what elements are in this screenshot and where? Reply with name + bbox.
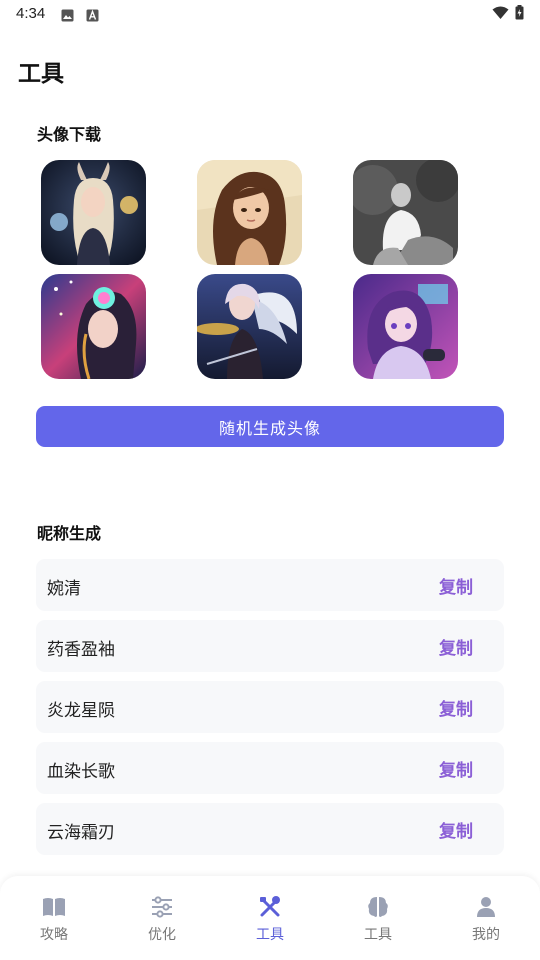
tab-label: 攻略 [40, 927, 68, 943]
sliders-icon [122, 894, 202, 920]
nickname-text: 药香盈袖 [47, 640, 115, 660]
avatar-3[interactable] [353, 160, 458, 265]
status-right [492, 5, 524, 24]
tab-tools[interactable]: 工具 [230, 894, 310, 950]
battery-icon [515, 5, 524, 24]
tab-label: 工具 [256, 927, 284, 943]
tab-guide[interactable]: 攻略 [14, 894, 94, 950]
user-icon [446, 894, 526, 920]
nickname-text: 血染长歌 [47, 762, 115, 782]
image-icon [61, 7, 74, 22]
copy-button[interactable]: 复制 [439, 695, 473, 720]
wifi-icon [492, 5, 509, 24]
avatar-section-title: 头像下载 [37, 125, 102, 144]
copy-button[interactable]: 复制 [439, 817, 473, 842]
status-time: 4:34 [16, 5, 46, 22]
avatar-grid [41, 160, 461, 380]
copy-button[interactable]: 复制 [439, 634, 473, 659]
tab-label: 优化 [148, 927, 176, 943]
nickname-text: 婉清 [47, 579, 81, 599]
tab-tools-2[interactable]: 工具 [338, 894, 418, 950]
list-item: 药香盈袖 复制 [36, 620, 504, 672]
a-icon [86, 7, 99, 22]
avatar-6[interactable] [353, 274, 458, 379]
book-icon [14, 894, 94, 920]
copy-button[interactable]: 复制 [439, 573, 473, 598]
tab-label: 工具 [364, 927, 392, 943]
tools-icon [230, 894, 310, 920]
avatar-2[interactable] [197, 160, 302, 265]
avatar-1[interactable] [41, 160, 146, 265]
avatar-5[interactable] [197, 274, 302, 379]
list-item: 炎龙星陨 复制 [36, 681, 504, 733]
brain-icon [338, 894, 418, 920]
nickname-text: 云海霜刃 [47, 823, 115, 843]
copy-button[interactable]: 复制 [439, 756, 473, 781]
avatar-4[interactable] [41, 274, 146, 379]
random-avatar-button[interactable]: 随机生成头像 [36, 406, 504, 447]
bottom-tab-bar: 攻略 优化 工具 工具 我的 [0, 876, 540, 960]
tab-optimize[interactable]: 优化 [122, 894, 202, 950]
nickname-text: 炎龙星陨 [47, 701, 115, 721]
list-item: 血染长歌 复制 [36, 742, 504, 794]
page-title: 工具 [18, 61, 64, 87]
tab-label: 我的 [472, 927, 500, 943]
tab-profile[interactable]: 我的 [446, 894, 526, 950]
nickname-section-title: 昵称生成 [37, 524, 102, 543]
list-item: 婉清 复制 [36, 559, 504, 611]
status-bar: 4:34 [0, 0, 540, 28]
list-item: 云海霜刃 复制 [36, 803, 504, 855]
